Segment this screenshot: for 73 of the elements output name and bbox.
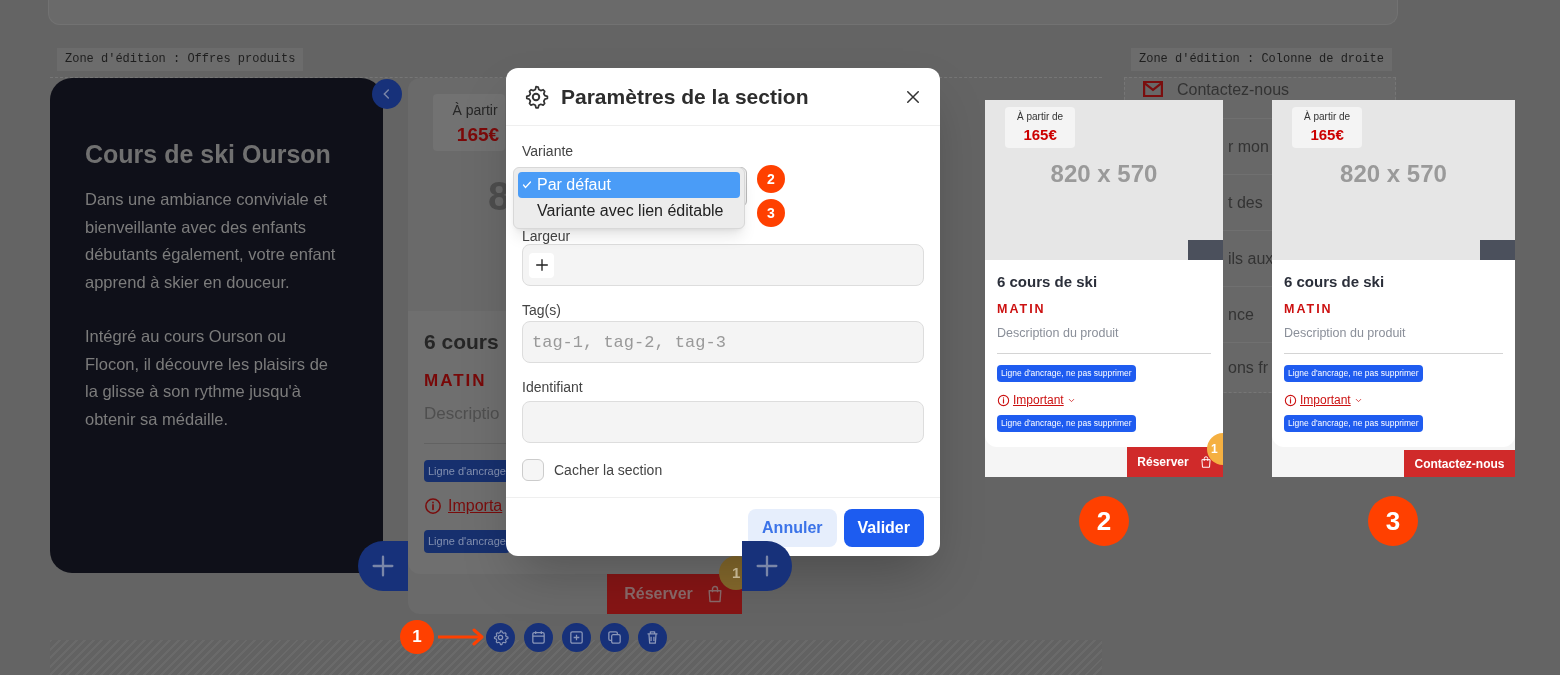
step-marker: 3	[757, 199, 785, 227]
dark-block	[1188, 240, 1223, 260]
intro-title: Cours de ski Ourson	[85, 139, 332, 170]
card-description: Description du produit	[997, 325, 1120, 343]
add-button[interactable]	[529, 252, 554, 278]
plus-square-icon	[568, 628, 585, 646]
price: 165€	[455, 123, 500, 147]
field-label: Largeur	[522, 228, 572, 244]
price: 165€	[1023, 124, 1057, 145]
card-title: 6 cours	[424, 329, 499, 355]
card-subtitle: MATIN	[997, 300, 1047, 318]
dark-block	[1480, 240, 1515, 260]
price-caption: À partir	[451, 101, 498, 120]
important-link[interactable]: Important	[1300, 391, 1351, 409]
card-description: Description du produit	[1284, 325, 1407, 343]
zone-label: Zone d'édition : Offres produits	[57, 48, 304, 71]
field-label: Identifiant	[522, 379, 584, 395]
info-icon	[997, 393, 1010, 407]
delete-button[interactable]	[638, 622, 667, 652]
card-title: 6 cours de ski	[1284, 272, 1386, 292]
card-subtitle: MATIN	[1284, 300, 1334, 318]
image-size-text: 820 x 570	[1340, 159, 1447, 189]
settings-icon	[523, 83, 549, 110]
add-button[interactable]	[742, 541, 792, 591]
copy-icon	[606, 628, 623, 646]
important-link[interactable]: Importa	[448, 494, 503, 518]
collapse-button[interactable]	[372, 79, 402, 109]
intro-paragraph: Intégré au cours Ourson ou Flocon, il découvre les plaisirs de la glisse à son rythme jusqu'à obtenir sa médaille.	[85, 326, 330, 430]
add-block-button[interactable]	[562, 622, 591, 652]
calendar-button[interactable]	[524, 622, 553, 652]
dialog-title: Paramètres de la section	[561, 83, 809, 110]
checkbox[interactable]	[522, 459, 544, 481]
price-caption: À partir de	[1017, 109, 1064, 124]
info-icon	[424, 497, 442, 515]
anchor-tag: Ligne d'ancrage, ne pas supprimer	[1284, 415, 1423, 432]
dialog-button[interactable]: Annuler	[748, 509, 837, 547]
add-button[interactable]	[358, 541, 408, 591]
intro-paragraph: Dans une ambiance conviviale et bienveillante avec des enfants débutants également, votre enfant apprend à skier en douceur.	[85, 189, 337, 293]
arrow-icon	[438, 627, 484, 647]
envelope-icon	[1143, 81, 1163, 97]
step-marker: 1	[400, 620, 434, 654]
important-link[interactable]: Important	[1013, 391, 1064, 409]
input-field[interactable]: tag-1, tag-2, tag-3	[522, 321, 924, 363]
anchor-tag: Ligne d'ancrage, ne pas supprimer	[1284, 365, 1423, 382]
anchor-tag: Ligne d'ancrage, ne pas supprimer	[997, 365, 1136, 382]
info-icon	[1284, 393, 1297, 407]
dropdown-option[interactable]: Par défaut	[518, 172, 740, 198]
anchor-tag: Ligne d'ancrage, ne pas supprimer	[997, 415, 1136, 432]
plus-icon	[533, 257, 550, 273]
zone-label: Zone d'édition : Colonne de droite	[1131, 48, 1392, 71]
input-field[interactable]	[522, 401, 924, 443]
card-title: 6 cours de ski	[997, 272, 1099, 292]
bag-icon	[1198, 454, 1213, 470]
input-field[interactable]	[522, 244, 924, 286]
duplicate-button[interactable]	[600, 622, 629, 652]
field-label: Variante	[522, 143, 575, 159]
dropdown-option[interactable]: Variante avec lien éditable	[518, 198, 740, 224]
price-caption: À partir de	[1304, 109, 1351, 124]
card-subtitle: MATIN	[424, 369, 487, 392]
step-marker: 2	[757, 165, 785, 193]
checkmark-icon	[521, 179, 533, 191]
anchor-tag: Ligne d'ancrage	[424, 530, 510, 553]
step-marker: 2	[1079, 496, 1129, 546]
field-label: Tag(s)	[522, 302, 562, 318]
price: 165€	[1310, 124, 1344, 145]
step-marker: 3	[1368, 496, 1418, 546]
dialog-button[interactable]: Valider	[843, 509, 924, 547]
checkbox-label: Cacher la section	[554, 460, 663, 480]
image-size-text: 820 x 570	[1050, 159, 1158, 189]
calendar-icon	[530, 628, 547, 646]
settings-button[interactable]	[486, 622, 515, 652]
gear-icon	[492, 628, 509, 646]
contact-button[interactable]: Contactez-nous	[1404, 450, 1515, 477]
